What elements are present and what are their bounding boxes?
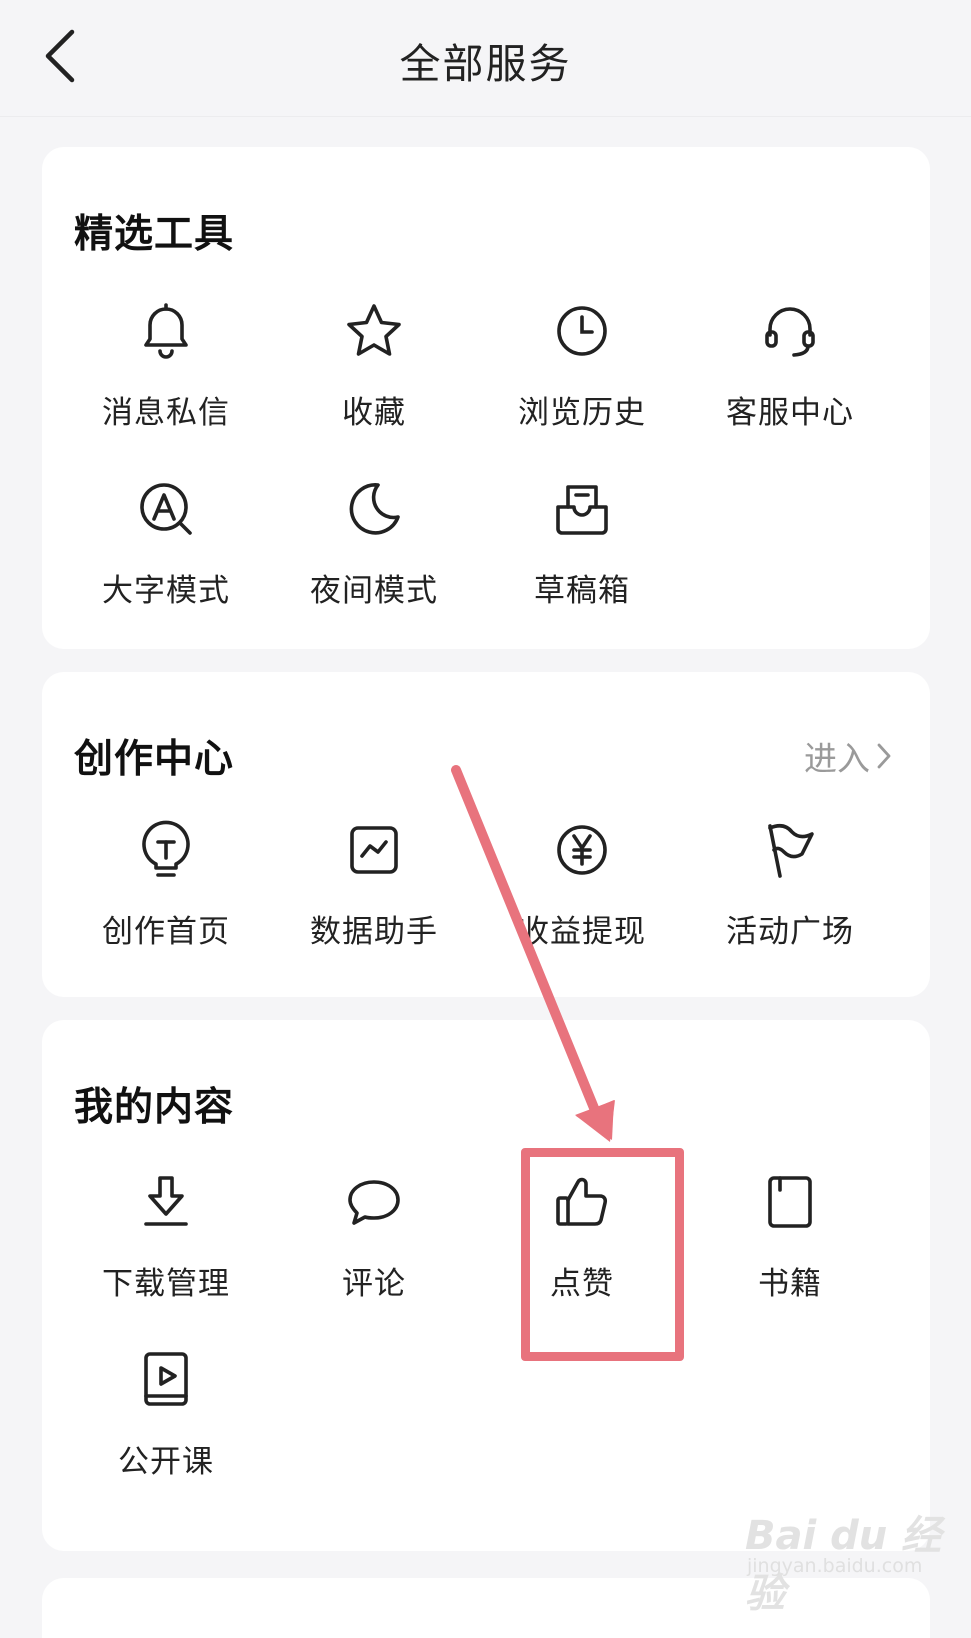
watermark-url: jingyan.baidu.com [747,1555,923,1577]
annotation-highlight-box [521,1148,684,1361]
annotation-arrow [451,765,615,1142]
baidu-jingyan-watermark: Bai du 经验 jingyan.baidu.com [745,1495,955,1617]
